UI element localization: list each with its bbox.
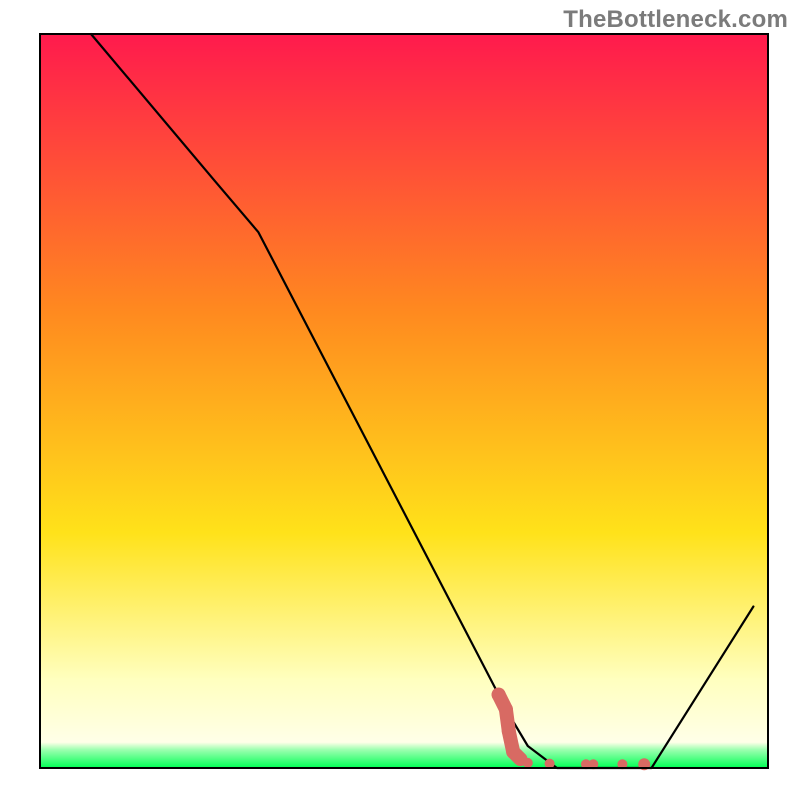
plot-area [40, 34, 768, 770]
scatter-point [492, 688, 506, 702]
chart-background [40, 34, 768, 768]
scatter-point [499, 702, 513, 716]
scatter-point [523, 758, 533, 768]
bottleneck-chart [0, 0, 800, 800]
chart-canvas: TheBottleneck.com [0, 0, 800, 800]
watermark-label: TheBottleneck.com [563, 6, 788, 34]
scatter-point [502, 724, 516, 738]
